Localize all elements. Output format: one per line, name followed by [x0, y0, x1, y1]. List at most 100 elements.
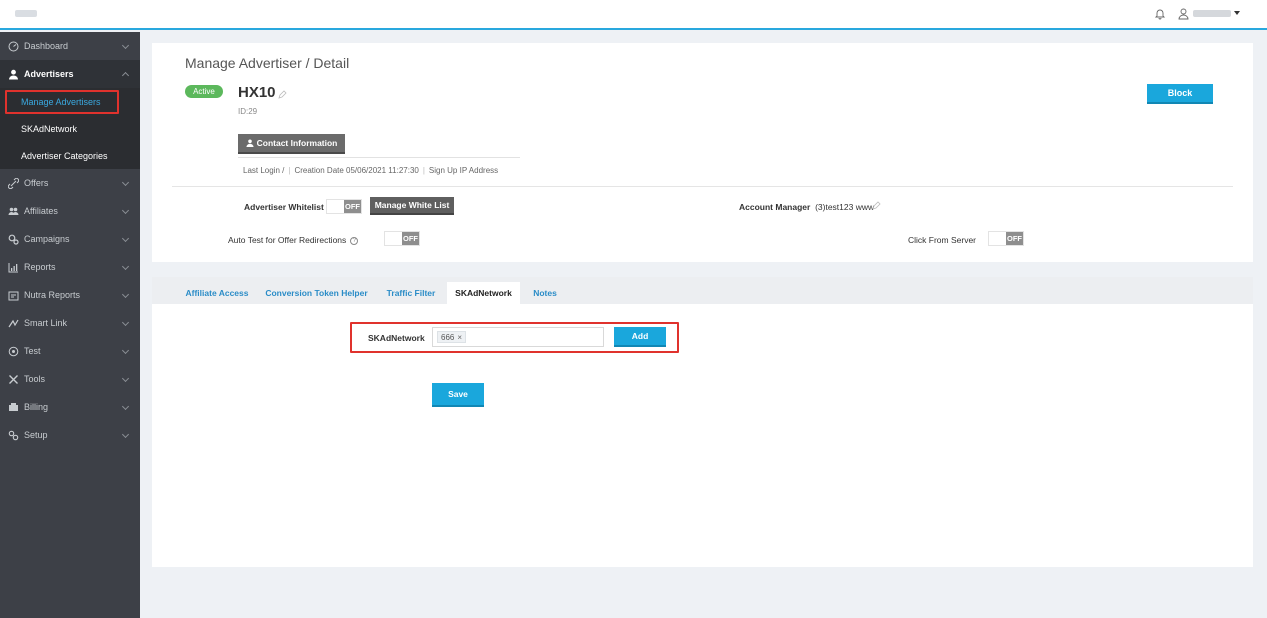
separator: | — [288, 166, 291, 175]
sidebar-item-label: Billing — [24, 402, 49, 412]
separator: | — [422, 166, 425, 175]
contact-information-label: Contact Information — [256, 138, 338, 148]
add-button[interactable]: Add — [614, 327, 666, 347]
tab-affiliate-access[interactable]: Affiliate Access — [182, 282, 252, 304]
advertiser-whitelist-toggle[interactable]: OFF — [326, 199, 362, 214]
status-badge: Active — [185, 85, 223, 98]
page-title: Manage Advertiser / Detail — [185, 55, 350, 71]
sidebar-item-label: Setup — [24, 430, 48, 440]
advertiser-id: ID:29 — [238, 107, 258, 116]
account-manager-value: (3)test123 www — [815, 202, 875, 212]
divider — [172, 186, 1233, 187]
chevron-down-icon — [121, 346, 130, 355]
tab-traffic-filter[interactable]: Traffic Filter — [384, 282, 438, 304]
user-name[interactable] — [1193, 10, 1231, 17]
top-bar — [0, 0, 1267, 30]
last-login: Last Login / — [243, 166, 285, 175]
creation-date: Creation Date 05/06/2021 11:27:30 — [294, 166, 419, 175]
sidebar-item-smart-link[interactable]: Smart Link — [0, 309, 140, 337]
signup-ip: Sign Up IP Address — [428, 166, 499, 175]
user-icon[interactable] — [1178, 8, 1189, 20]
smart-link-icon — [8, 318, 19, 329]
toggle-knob — [385, 232, 402, 245]
tabs-card: Affiliate Access Conversion Token Helper… — [152, 277, 1253, 567]
chevron-down-icon — [121, 374, 130, 383]
chevron-down-icon — [121, 402, 130, 411]
tab-skadnetwork[interactable]: SKAdNetwork — [447, 282, 520, 304]
user-icon — [8, 69, 19, 80]
sidebar-item-billing[interactable]: Billing — [0, 393, 140, 421]
chevron-down-icon — [121, 290, 130, 299]
skadnetwork-label: SKAdNetwork — [368, 333, 425, 343]
skadnetwork-tag-input[interactable]: 666 × — [432, 327, 604, 347]
sidebar-item-dashboard[interactable]: Dashboard — [0, 32, 140, 60]
sidebar-subitem-skadnetwork[interactable]: SKAdNetwork — [0, 115, 140, 142]
sidebar-item-affiliates[interactable]: Affiliates — [0, 197, 140, 225]
chevron-down-icon — [121, 318, 130, 327]
sidebar-item-label: Nutra Reports — [24, 290, 81, 300]
setup-icon — [8, 430, 19, 441]
sidebar: Dashboard Advertisers Manage Advertisers… — [0, 32, 140, 618]
sidebar-item-nutra-reports[interactable]: Nutra Reports — [0, 281, 140, 309]
sidebar-item-label: Advertisers — [24, 69, 74, 79]
toggle-knob — [327, 200, 344, 213]
advertiser-name: HX10 — [238, 84, 276, 101]
sidebar-item-label: Tools — [24, 374, 46, 384]
login-meta: Last Login / | Creation Date 05/06/2021 11… — [243, 166, 498, 175]
edit-pencil-icon[interactable] — [278, 90, 287, 99]
toggle-state: OFF — [1006, 232, 1023, 245]
toggle-state: OFF — [344, 200, 361, 213]
sidebar-item-tools[interactable]: Tools — [0, 365, 140, 393]
chevron-down-icon — [121, 41, 130, 50]
sidebar-item-advertisers[interactable]: Advertisers — [0, 60, 140, 88]
toggle-state: OFF — [402, 232, 419, 245]
auto-test-label: Auto Test for Offer Redirections? — [228, 235, 359, 245]
chevron-down-icon — [121, 206, 130, 215]
report-icon — [8, 290, 19, 301]
chevron-down-icon — [121, 234, 130, 243]
campaigns-icon — [8, 234, 19, 245]
help-icon[interactable]: ? — [350, 236, 359, 245]
account-manager: Account Manager (3)test123 www — [739, 202, 875, 212]
chevron-down-icon — [121, 178, 130, 187]
close-icon[interactable]: × — [457, 333, 462, 342]
sidebar-subitem-advertiser-categories[interactable]: Advertiser Categories — [0, 142, 140, 169]
sidebar-item-setup[interactable]: Setup — [0, 421, 140, 449]
sidebar-item-label: Smart Link — [24, 318, 68, 328]
tab-bar: Affiliate Access Conversion Token Helper… — [152, 277, 1253, 304]
divider — [238, 157, 520, 158]
manage-white-list-button[interactable]: Manage White List — [370, 197, 454, 215]
user-menu-caret-icon[interactable] — [1234, 11, 1240, 15]
auto-test-toggle[interactable]: OFF — [384, 231, 420, 246]
sidebar-item-label: Dashboard — [24, 41, 69, 51]
logo[interactable] — [15, 10, 37, 17]
bell-icon[interactable] — [1154, 8, 1166, 20]
advertiser-detail-card: Manage Advertiser / Detail Active HX10 I… — [152, 43, 1253, 262]
sidebar-item-label: Test — [24, 346, 41, 356]
chevron-down-icon — [121, 430, 130, 439]
edit-pencil-icon[interactable] — [872, 201, 881, 210]
save-button[interactable]: Save — [432, 383, 484, 407]
tools-icon — [8, 374, 19, 385]
users-icon — [8, 206, 19, 217]
sidebar-item-offers[interactable]: Offers — [0, 169, 140, 197]
contact-information-button[interactable]: Contact Information — [238, 134, 345, 154]
sidebar-item-test[interactable]: Test — [0, 337, 140, 365]
sidebar-item-campaigns[interactable]: Campaigns — [0, 225, 140, 253]
click-from-server-toggle[interactable]: OFF — [988, 231, 1024, 246]
user-icon — [246, 139, 254, 147]
highlight-box — [5, 90, 119, 114]
sidebar-item-label: Reports — [24, 262, 56, 272]
sidebar-submenu-advertisers: Manage Advertisers SKAdNetwork Advertise… — [0, 88, 140, 169]
chevron-up-icon — [121, 71, 130, 80]
test-icon — [8, 346, 19, 357]
sidebar-item-label: Affiliates — [24, 206, 58, 216]
billing-icon — [8, 402, 19, 413]
dashboard-icon — [8, 41, 19, 52]
toggle-knob — [989, 232, 1006, 245]
sidebar-item-reports[interactable]: Reports — [0, 253, 140, 281]
tab-conversion-token-helper[interactable]: Conversion Token Helper — [265, 282, 368, 304]
advertiser-whitelist-label: Advertiser Whitelist — [244, 202, 324, 212]
tab-notes[interactable]: Notes — [528, 282, 562, 304]
block-button[interactable]: Block — [1147, 84, 1213, 104]
